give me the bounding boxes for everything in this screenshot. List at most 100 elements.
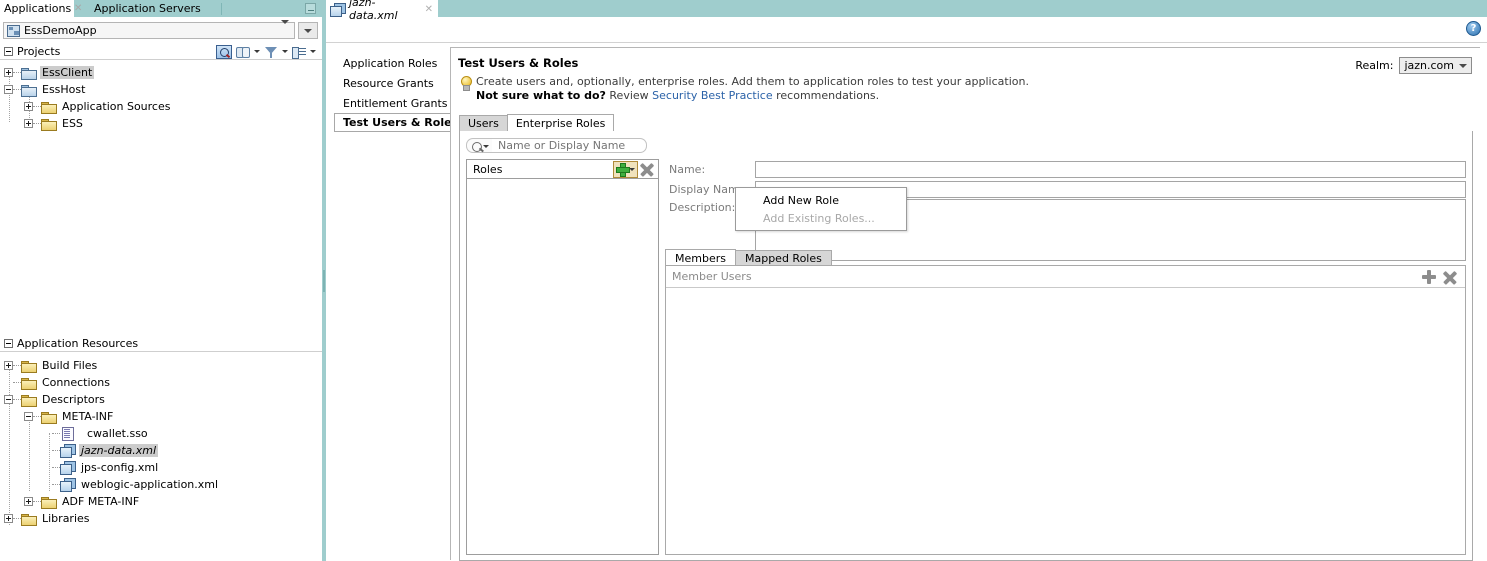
menu-item-add-new-role[interactable]: Add New Role	[736, 191, 906, 209]
tab-users[interactable]: Users	[459, 115, 508, 131]
realm-select-value: jazn.com	[1404, 59, 1454, 72]
tree-node-descriptors[interactable]: Descriptors	[0, 391, 322, 408]
filter-icon[interactable]	[263, 45, 279, 59]
dock-tab-application-servers-label: Application Servers	[94, 2, 201, 15]
folder-icon	[21, 377, 37, 390]
roles-list-header-label: Roles	[473, 162, 503, 176]
view-options-chevron-down-icon[interactable]	[310, 50, 316, 53]
expand-icon[interactable]	[4, 361, 13, 370]
tab-mapped-roles-label: Mapped Roles	[744, 252, 822, 265]
tree-connector	[52, 433, 60, 434]
tree-node-libraries[interactable]: Libraries	[0, 510, 322, 527]
folder-icon	[41, 411, 57, 424]
application-selector[interactable]: EssDemoApp	[3, 20, 295, 39]
chevron-down-icon[interactable]	[483, 145, 489, 148]
inner-tabs: Users Enterprise Roles	[459, 114, 615, 131]
tree-connector	[13, 72, 21, 73]
tree-node-label: weblogic-application.xml	[81, 478, 219, 491]
remove-role-button[interactable]	[640, 162, 654, 176]
hint-line-2-mid: Review	[605, 89, 653, 102]
tree-node-label: EssHost	[42, 83, 86, 96]
tab-mapped-roles[interactable]: Mapped Roles	[734, 250, 832, 266]
folder-icon	[41, 118, 57, 131]
tree-node-ess[interactable]: ESS	[0, 115, 322, 132]
working-sets-icon[interactable]	[235, 45, 251, 59]
tree-node-application-sources[interactable]: Application Sources	[0, 98, 322, 115]
view-options-icon[interactable]	[291, 45, 307, 59]
nav-item-test-users-and-roles[interactable]: Test Users & Roles	[334, 113, 459, 132]
tab-users-label: Users	[468, 117, 499, 130]
collapse-icon[interactable]	[4, 85, 13, 94]
expand-icon[interactable]	[24, 102, 33, 111]
field-row-name: Name:	[665, 159, 1466, 179]
application-selector-menu-button[interactable]	[298, 22, 318, 39]
tree-node-adf-meta-inf[interactable]: ADF META-INF	[0, 493, 322, 510]
nav-item-label: Resource Grants	[343, 76, 434, 90]
expand-icon[interactable]	[4, 68, 13, 77]
editor-tab-jazn-data-xml[interactable]: jazn-data.xml ✕	[326, 0, 438, 22]
menu-item-label: Add Existing Roles...	[763, 211, 875, 225]
roles-list-header: Roles	[467, 160, 658, 179]
minimize-icon[interactable]	[305, 3, 316, 14]
search-icon[interactable]	[466, 138, 492, 153]
tree-node-cwallet-sso[interactable]: cwallet.sso	[0, 425, 322, 442]
expand-icon[interactable]	[24, 497, 33, 506]
nav-item-application-roles[interactable]: Application Roles	[334, 53, 454, 73]
editor-nav: Application Roles Resource Grants Entitl…	[334, 53, 459, 132]
hint-line-2-end: recommendations.	[772, 89, 880, 102]
folder-icon	[21, 513, 37, 526]
search-projects-icon[interactable]	[216, 44, 232, 59]
tree-node-meta-inf[interactable]: META-INF	[0, 408, 322, 425]
tree-node-label: jps-config.xml	[81, 461, 159, 474]
folder-blue-icon	[21, 84, 37, 97]
tree-node-weblogic-application-xml[interactable]: weblogic-application.xml	[0, 476, 322, 493]
folder-icon	[21, 394, 37, 407]
projects-tree: EssClient EssHost Application Sources ES…	[0, 64, 322, 132]
collapse-icon[interactable]	[4, 395, 13, 404]
chevron-down-icon[interactable]	[281, 20, 289, 37]
tree-connector	[13, 89, 21, 90]
collapse-icon[interactable]	[24, 412, 33, 421]
add-role-button[interactable]	[613, 160, 638, 178]
expand-icon[interactable]	[24, 119, 33, 128]
working-sets-chevron-down-icon[interactable]	[254, 50, 260, 53]
nav-item-label: Test Users & Roles	[343, 116, 459, 129]
close-icon[interactable]: ✕	[425, 4, 433, 15]
realm-select[interactable]: jazn.com	[1399, 57, 1472, 74]
folder-icon	[21, 360, 37, 373]
folder-icon	[41, 101, 57, 114]
expand-icon[interactable]	[4, 514, 13, 523]
nav-item-resource-grants[interactable]: Resource Grants	[334, 73, 454, 93]
members-panel: Member Users	[665, 265, 1466, 555]
tree-connector	[13, 365, 21, 366]
application-selector-value: EssDemoApp	[24, 24, 97, 37]
name-field[interactable]	[755, 160, 1466, 178]
tree-node-jps-config-xml[interactable]: jps-config.xml	[0, 459, 322, 476]
remove-member-button[interactable]	[1443, 270, 1457, 284]
security-best-practice-link[interactable]: Security Best Practice	[652, 89, 772, 102]
tree-node-jazn-data-xml[interactable]: jazn-data.xml	[0, 442, 322, 459]
help-icon[interactable]: ?	[1466, 21, 1481, 36]
xml-file-icon	[60, 461, 76, 475]
tree-node-connections[interactable]: Connections	[0, 374, 322, 391]
tree-node-esshost[interactable]: EssHost	[0, 81, 322, 98]
page-title: Test Users & Roles	[458, 56, 579, 70]
dock-tab-application-servers[interactable]: Application Servers	[90, 0, 215, 17]
tab-members[interactable]: Members	[665, 249, 736, 266]
lightbulb-icon	[460, 76, 472, 93]
add-member-button[interactable]	[1422, 269, 1436, 284]
nav-item-entitlement-grants[interactable]: Entitlement Grants	[334, 93, 454, 113]
tab-enterprise-roles[interactable]: Enterprise Roles	[506, 114, 615, 131]
collapse-icon[interactable]	[4, 47, 13, 56]
tree-node-build-files[interactable]: Build Files	[0, 357, 322, 374]
search-input[interactable]	[492, 138, 647, 153]
tree-connector	[52, 450, 60, 451]
collapse-icon[interactable]	[4, 339, 13, 348]
tree-node-essclient[interactable]: EssClient	[0, 64, 322, 81]
dock-tab-applications[interactable]: Applications	[0, 0, 74, 17]
chevron-down-icon	[304, 28, 312, 33]
filter-chevron-down-icon[interactable]	[282, 50, 288, 53]
tree-node-label: Descriptors	[42, 393, 105, 406]
dock-tab-applications-close-icon[interactable]: ✕	[74, 3, 82, 14]
folder-icon	[41, 496, 57, 509]
